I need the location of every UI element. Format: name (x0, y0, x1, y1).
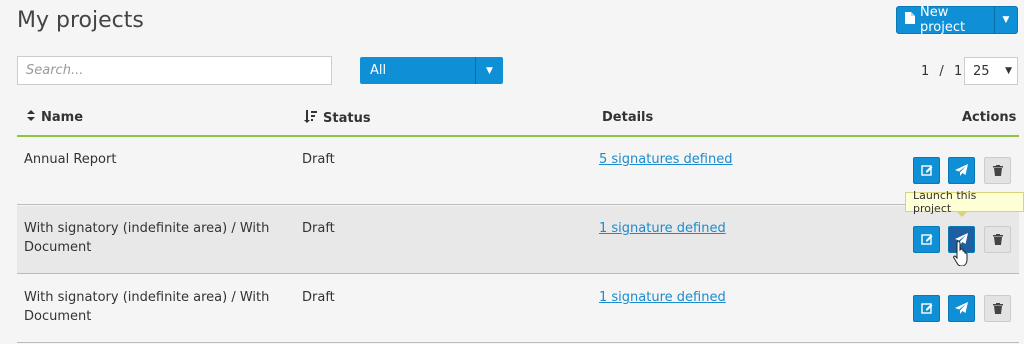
per-page-value: 25 (973, 63, 990, 79)
table-row: With signatory (indefinite area) / With … (17, 206, 1019, 274)
status-filter-value: All (370, 63, 387, 78)
edit-project-button[interactable] (913, 295, 940, 322)
paper-plane-icon (955, 299, 968, 318)
project-name: With signatory (indefinite area) / With … (24, 290, 270, 324)
status-filter-select[interactable]: All ▼ (360, 57, 503, 84)
status-filter-toggle[interactable]: ▼ (475, 57, 503, 84)
edit-icon (920, 230, 933, 249)
project-status: Draft (302, 152, 335, 167)
hand-cursor-icon (953, 240, 969, 270)
trash-icon (992, 299, 1003, 318)
edit-project-button[interactable] (913, 157, 940, 184)
launch-tooltip: Launch this project (905, 189, 1024, 217)
delete-project-button[interactable] (984, 226, 1011, 253)
page-title: My projects (17, 8, 144, 33)
signatures-link[interactable]: 1 signature defined (599, 219, 726, 238)
trash-icon (992, 161, 1003, 180)
caret-down-icon: ▼ (1005, 66, 1012, 76)
sort-descending-icon (304, 110, 317, 127)
launch-project-button[interactable] (948, 295, 975, 322)
per-page-select[interactable]: 25 ▼ (964, 57, 1018, 85)
new-project-dropdown-toggle[interactable]: ▼ (994, 7, 1017, 33)
trash-icon (992, 230, 1003, 249)
project-status: Draft (302, 221, 335, 236)
launch-project-button[interactable] (948, 157, 975, 184)
edit-icon (920, 161, 933, 180)
new-project-label: New project (920, 5, 966, 35)
edit-icon (920, 299, 933, 318)
paper-plane-icon (955, 161, 968, 180)
pagination-indicator: 1 / 1 (918, 64, 965, 79)
caret-down-icon: ▼ (486, 65, 493, 76)
table-row: Annual Report Draft 5 signatures defined (17, 137, 1019, 205)
new-project-button[interactable]: New project ▼ (896, 5, 1018, 35)
page-current: 1 (921, 64, 930, 79)
page-separator: / (939, 64, 944, 79)
table-row: With signatory (indefinite area) / With … (17, 275, 1019, 343)
column-header-name[interactable]: Name (27, 110, 83, 125)
sort-icon (27, 110, 35, 125)
page-total: 1 (953, 64, 963, 79)
column-header-actions: Actions (962, 110, 1017, 125)
table-header: Name Status Details Actions (17, 101, 1019, 137)
column-header-status[interactable]: Status (304, 110, 371, 127)
search-input[interactable] (17, 56, 332, 85)
edit-project-button[interactable] (913, 226, 940, 253)
document-icon (905, 12, 915, 28)
new-project-main[interactable]: New project (897, 5, 994, 35)
signatures-link[interactable]: 1 signature defined (599, 288, 726, 307)
signatures-link[interactable]: 5 signatures defined (599, 150, 732, 169)
project-status: Draft (302, 290, 335, 305)
caret-down-icon: ▼ (1002, 15, 1010, 25)
delete-project-button[interactable] (984, 157, 1011, 184)
project-name: With signatory (indefinite area) / With … (24, 221, 270, 255)
project-name: Annual Report (24, 152, 117, 167)
delete-project-button[interactable] (984, 295, 1011, 322)
column-header-details: Details (602, 110, 654, 125)
